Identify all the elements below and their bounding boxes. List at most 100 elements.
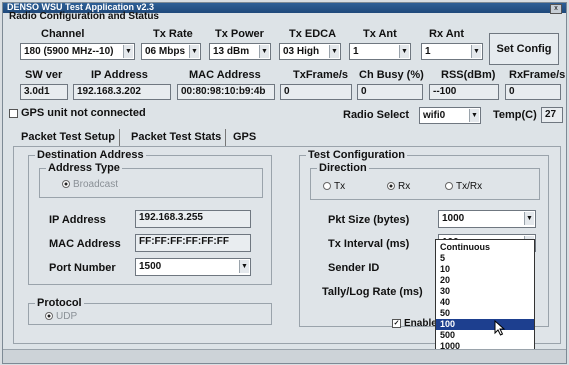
dropdown-option[interactable]: Continuous [436,242,534,253]
tx-rate-select[interactable]: 06 Mbps ▼ [141,43,201,60]
gps-status-label: GPS unit not connected [21,107,146,119]
chevron-down-icon: ▼ [189,45,199,58]
tx-ant-select[interactable]: 1 ▼ [349,43,411,60]
address-type-title: Address Type [46,162,122,174]
rx-radio[interactable]: Rx [387,181,410,192]
sw-ver-value: 3.0d1 [20,84,68,100]
close-button[interactable]: x [550,4,562,14]
rss-header: RSS(dBm) [441,69,496,81]
pkt-size-label: Pkt Size (bytes) [328,214,410,226]
rx-label: Rx [398,181,411,192]
test-config-title: Test Configuration [306,149,407,161]
tx-radio[interactable]: Tx [323,181,345,192]
channel-value: 180 (5900 MHz--10) [24,46,114,57]
txframe-value: 0 [280,84,352,100]
rx-ant-select[interactable]: 1 ▼ [421,43,483,60]
broadcast-label: Broadcast [73,179,119,190]
chevron-down-icon: ▼ [123,45,133,58]
rss-value: --100 [429,84,499,100]
dropdown-option[interactable]: 50 [436,308,534,319]
dest-ip-field[interactable]: 192.168.3.255 [135,210,251,228]
tx-rate-header: Tx Rate [153,28,193,40]
tally-log-label: Tally/Log Rate (ms) [322,286,423,298]
app-window: DENSO WSU Test Application v2.3 x Radio … [2,2,567,364]
radio-icon [387,182,395,191]
dropdown-option-selected[interactable]: 100 [436,319,534,330]
section-title: Radio Configuration and Status [9,11,159,22]
dropdown-option[interactable]: 500 [436,330,534,341]
dropdown-option[interactable]: 40 [436,297,534,308]
txrx-radio[interactable]: Tx/Rx [445,181,482,192]
port-number-label: Port Number [49,262,116,274]
port-number-value: 1500 [139,261,162,272]
set-config-button[interactable]: Set Config [489,33,559,65]
mac-address-label: MAC Address [49,238,121,250]
mac-address-value: 00:80:98:10:b9:4b [177,84,275,100]
direction-title: Direction [317,162,369,174]
broadcast-radio[interactable]: Broadcast [62,179,118,190]
radio-icon [445,182,453,191]
tab-packet-test-setup[interactable]: Packet Test Setup [17,129,120,146]
tx-edca-select[interactable]: 03 High ▼ [279,43,341,60]
status-bar [3,349,566,363]
ch-busy-header: Ch Busy (%) [359,69,424,81]
temp-label: Temp(C) [493,109,537,121]
gps-checkbox[interactable] [9,108,18,118]
radio-select-label: Radio Select [343,109,410,121]
rxframe-header: RxFrame/s [509,69,566,81]
protocol-group: Protocol UDP [28,297,272,325]
tx-power-value: 13 dBm [213,46,250,57]
check-icon: ✓ [392,318,401,328]
chevron-down-icon: ▼ [399,45,409,58]
channel-select[interactable]: 180 (5900 MHz--10) ▼ [20,43,135,60]
dropdown-option[interactable]: 10 [436,264,534,275]
radio-select-value: wifi0 [423,110,446,121]
tx-interval-dropdown[interactable]: Continuous 5 10 20 30 40 50 100 500 1000 [435,239,535,353]
pkt-size-value: 1000 [442,213,465,224]
rx-ant-value: 1 [425,46,431,57]
sw-ver-header: SW ver [25,69,63,81]
rxframe-value: 0 [505,84,561,100]
port-number-select[interactable]: 1500 ▼ [135,258,251,276]
dropdown-option[interactable]: 30 [436,286,534,297]
tab-gps[interactable]: GPS [229,129,260,146]
rx-ant-header: Rx Ant [429,28,465,40]
chevron-down-icon: ▼ [524,212,534,225]
tx-ant-header: Tx Ant [363,28,397,40]
tx-rate-value: 06 Mbps [145,46,186,57]
direction-group: Direction Tx Rx Tx/Rx [310,162,540,200]
dropdown-option[interactable]: 5 [436,253,534,264]
dropdown-option[interactable]: 20 [436,275,534,286]
mouse-cursor-icon [494,320,506,336]
txframe-header: TxFrame/s [293,69,349,81]
ch-busy-value: 0 [357,84,423,100]
tx-power-header: Tx Power [215,28,264,40]
txrx-label: Tx/Rx [456,181,483,192]
protocol-title: Protocol [35,297,84,309]
dest-mac-field[interactable]: FF:FF:FF:FF:FF:FF [135,234,251,252]
ip-address-header: IP Address [91,69,148,81]
mac-address-header: MAC Address [189,69,261,81]
tx-label: Tx [334,181,346,192]
chevron-down-icon: ▼ [329,45,339,58]
tx-edca-value: 03 High [283,46,320,57]
pkt-size-select[interactable]: 1000 ▼ [438,210,536,228]
udp-radio[interactable]: UDP [45,311,77,322]
tx-power-select[interactable]: 13 dBm ▼ [209,43,271,60]
tx-interval-label: Tx Interval (ms) [328,238,410,250]
address-type-group: Address Type Broadcast [39,162,263,198]
radio-select[interactable]: wifi0 ▼ [419,107,481,124]
udp-label: UDP [56,311,78,322]
temp-value: 27 [541,107,563,123]
destination-title: Destination Address [35,149,146,161]
gps-status: GPS unit not connected [9,107,146,119]
sender-id-label: Sender ID [328,262,380,274]
tx-edca-header: Tx EDCA [289,28,337,40]
channel-header: Channel [41,28,85,40]
tab-packet-test-stats[interactable]: Packet Test Stats [127,129,227,146]
chevron-down-icon: ▼ [259,45,269,58]
radio-icon [62,180,70,189]
chevron-down-icon: ▼ [471,45,481,58]
radio-icon [323,182,331,191]
chevron-down-icon: ▼ [469,109,479,122]
